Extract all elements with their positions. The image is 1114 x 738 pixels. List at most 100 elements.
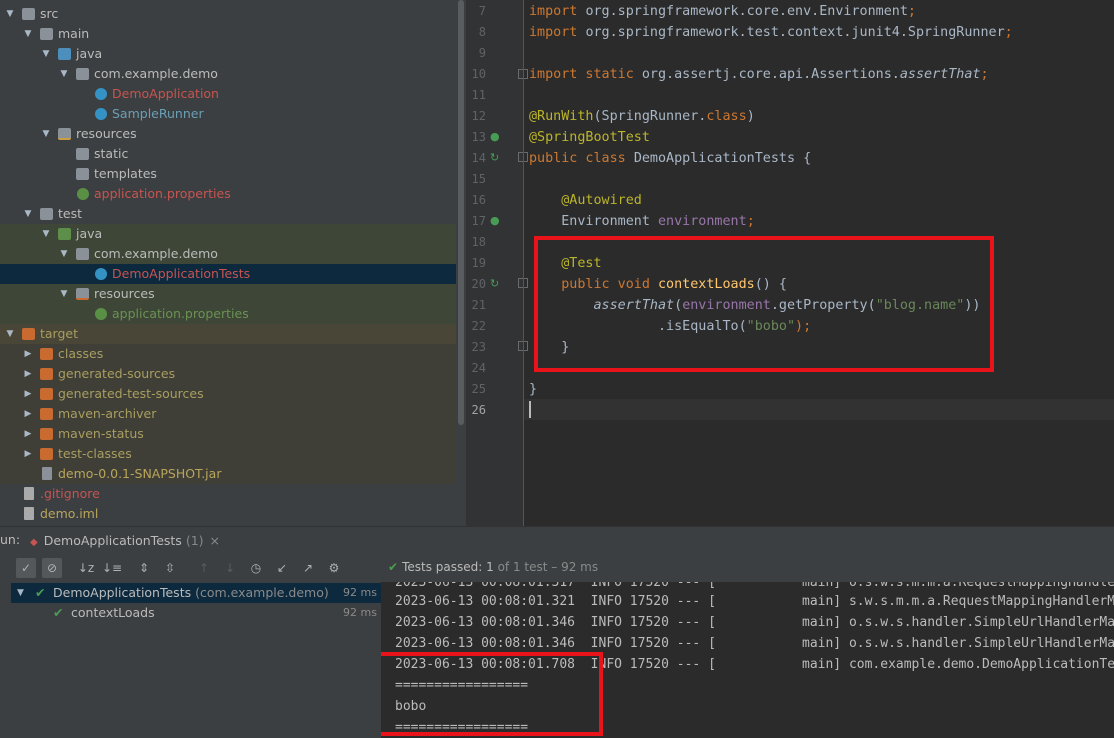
tree-item-generated-test-sources[interactable]: ▶ generated-test-sources — [0, 384, 456, 404]
collapse-all-icon[interactable]: ⇳ — [160, 558, 180, 578]
tree-item-label: com.example.demo — [94, 246, 218, 261]
tree-item-test-application-properties[interactable]: application.properties — [0, 304, 456, 324]
tree-item-application-properties[interactable]: application.properties — [0, 184, 456, 204]
tree-item-maven-status[interactable]: ▶ maven-status — [0, 424, 456, 444]
expand-arrow-icon[interactable]: ▼ — [58, 284, 70, 304]
collapse-arrow-icon[interactable]: ▶ — [22, 404, 34, 424]
expand-arrow-icon[interactable]: ▼ — [22, 24, 34, 44]
tree-item-label: test-classes — [58, 446, 132, 461]
tree-item-sample-runner[interactable]: SampleRunner — [0, 104, 456, 124]
tree-item-test[interactable]: ▼ test — [0, 204, 456, 224]
gear-icon[interactable]: ⚙ — [324, 558, 344, 578]
collapse-arrow-icon[interactable]: ▶ — [22, 364, 34, 384]
test-case-row[interactable]: ✔ contextLoads 92 ms — [11, 603, 381, 623]
run-label: un: — [0, 532, 21, 547]
tree-item-package[interactable]: ▼ com.example.demo — [0, 64, 456, 84]
bean-gutter-icon[interactable]: ● — [490, 215, 503, 227]
export-tests-icon[interactable]: ↗ — [298, 558, 318, 578]
expand-arrow-icon[interactable]: ▼ — [22, 204, 34, 224]
folder-icon — [76, 168, 89, 180]
editor-gutter: 7 8 9 10 11 12 13 14 15 16 17 18 19 20 21 22 23 24 25 26 ● … — [466, 0, 528, 526]
run-tab-count: (1) — [185, 533, 204, 548]
tree-item-src[interactable]: ▼ src — [0, 4, 456, 24]
gutter-separator — [523, 0, 524, 526]
tree-item-label: maven-archiver — [58, 406, 157, 421]
console-output[interactable]: 2023-06-13 00:08:01.317 INFO 17520 --- [… — [381, 582, 1114, 738]
tree-item-test-resources[interactable]: ▼ resources — [0, 284, 456, 304]
tree-item-label: demo-0.0.1-SNAPSHOT.jar — [58, 466, 222, 481]
run-test-gutter-icon[interactable]: ↻ — [490, 152, 503, 164]
expand-arrow-icon[interactable]: ▼ — [40, 224, 52, 244]
tree-item-main[interactable]: ▼ main — [0, 24, 456, 44]
collapse-arrow-icon[interactable]: ▶ — [22, 424, 34, 444]
tree-item-classes[interactable]: ▶ classes — [0, 344, 456, 364]
tree-item-java[interactable]: ▼ java — [0, 44, 456, 64]
resources-folder-icon — [58, 128, 71, 140]
code-line: import org.springframework.core.env.Envi… — [529, 1, 916, 22]
line-number: 14 — [471, 151, 486, 165]
sort-alphabetically-icon[interactable]: ↓z — [76, 558, 96, 578]
collapse-arrow-icon[interactable]: ▶ — [22, 344, 34, 364]
tree-item-demo-application[interactable]: DemoApplication — [0, 84, 456, 104]
console-line: 2023-06-13 00:08:01.321 INFO 17520 --- [… — [395, 594, 1114, 609]
tree-item-test-java[interactable]: ▼ java — [0, 224, 456, 244]
tree-item-gitignore[interactable]: .gitignore — [0, 484, 456, 504]
expand-arrow-icon[interactable]: ▼ — [4, 4, 16, 24]
tree-item-resources[interactable]: ▼ resources — [0, 124, 456, 144]
expand-arrow-icon[interactable]: ▼ — [40, 124, 52, 144]
tree-item-maven-archiver[interactable]: ▶ maven-archiver — [0, 404, 456, 424]
code-token: ; — [980, 67, 989, 82]
import-tests-icon[interactable]: ↙ — [272, 558, 292, 578]
excluded-folder-icon — [40, 348, 53, 360]
history-icon[interactable]: ◷ — [246, 558, 266, 578]
expand-all-icon[interactable]: ⇕ — [134, 558, 154, 578]
tree-scrollbar[interactable] — [456, 0, 466, 526]
close-icon[interactable]: × — [210, 533, 220, 548]
tree-item-demo-application-tests[interactable]: DemoApplicationTests — [0, 264, 456, 284]
collapse-arrow-icon[interactable]: ▶ — [22, 444, 34, 464]
tree-item-test-package[interactable]: ▼ com.example.demo — [0, 244, 456, 264]
tree-item-generated-sources[interactable]: ▶ generated-sources — [0, 364, 456, 384]
expand-arrow-icon[interactable]: ▼ — [4, 324, 16, 344]
spring-class-icon — [95, 268, 107, 280]
tree-item-jar[interactable]: demo-0.0.1-SNAPSHOT.jar — [0, 464, 456, 484]
code-line: @RunWith(SpringRunner.class) — [529, 106, 755, 127]
excluded-folder-icon — [40, 428, 53, 440]
line-number: 19 — [471, 256, 486, 270]
tree-item-templates[interactable]: templates — [0, 164, 456, 184]
code-token: org.springframework.test.context.junit4.… — [585, 25, 1005, 40]
code-token: @Autowired — [561, 193, 642, 208]
show-ignored-icon[interactable]: ⊘ — [42, 558, 62, 578]
tree-item-label: generated-test-sources — [58, 386, 204, 401]
run-tab[interactable]: ◆ DemoApplicationTests (1) × — [30, 530, 220, 552]
code-editor[interactable]: 7 8 9 10 11 12 13 14 15 16 17 18 19 20 21 22 23 24 25 26 ● … — [466, 0, 1114, 526]
show-passed-icon[interactable]: ✓ — [16, 558, 36, 578]
tree-item-target[interactable]: ▼ target — [0, 324, 456, 344]
code-line: @SpringBootTest — [529, 127, 650, 148]
line-number: 20 — [471, 277, 486, 291]
scrollbar-thumb[interactable] — [458, 0, 464, 425]
tests-status: ✔ Tests passed: 1 of 1 test – 92 ms — [388, 560, 598, 574]
excluded-folder-icon — [22, 328, 35, 340]
code-token: org.springframework.core.env.Environment — [585, 4, 908, 19]
excluded-folder-icon — [40, 448, 53, 460]
tree-item-test-classes[interactable]: ▶ test-classes — [0, 444, 456, 464]
tree-item-static[interactable]: static — [0, 144, 456, 164]
test-suite-row[interactable]: ▼ ✔ DemoApplicationTests (com.example.de… — [11, 583, 381, 603]
expand-arrow-icon[interactable]: ▼ — [58, 244, 70, 264]
code-token: import — [529, 25, 586, 40]
code-token: assertThat — [899, 67, 981, 82]
next-failed-icon[interactable]: ↓ — [220, 558, 240, 578]
tree-item-demo-iml[interactable]: demo.iml — [0, 504, 456, 524]
sort-by-duration-icon[interactable]: ↓≡ — [102, 558, 122, 578]
tree-item-label: java — [76, 46, 103, 61]
collapse-arrow-icon[interactable]: ▶ — [22, 384, 34, 404]
excluded-folder-icon — [40, 388, 53, 400]
check-icon: ✔ — [53, 605, 64, 620]
previous-failed-icon[interactable]: ↑ — [194, 558, 214, 578]
expand-arrow-icon[interactable]: ▼ — [17, 583, 24, 603]
expand-arrow-icon[interactable]: ▼ — [58, 64, 70, 84]
run-test-gutter-icon[interactable]: ↻ — [490, 278, 503, 290]
run-gutter-icon[interactable]: ● — [490, 131, 503, 143]
expand-arrow-icon[interactable]: ▼ — [40, 44, 52, 64]
